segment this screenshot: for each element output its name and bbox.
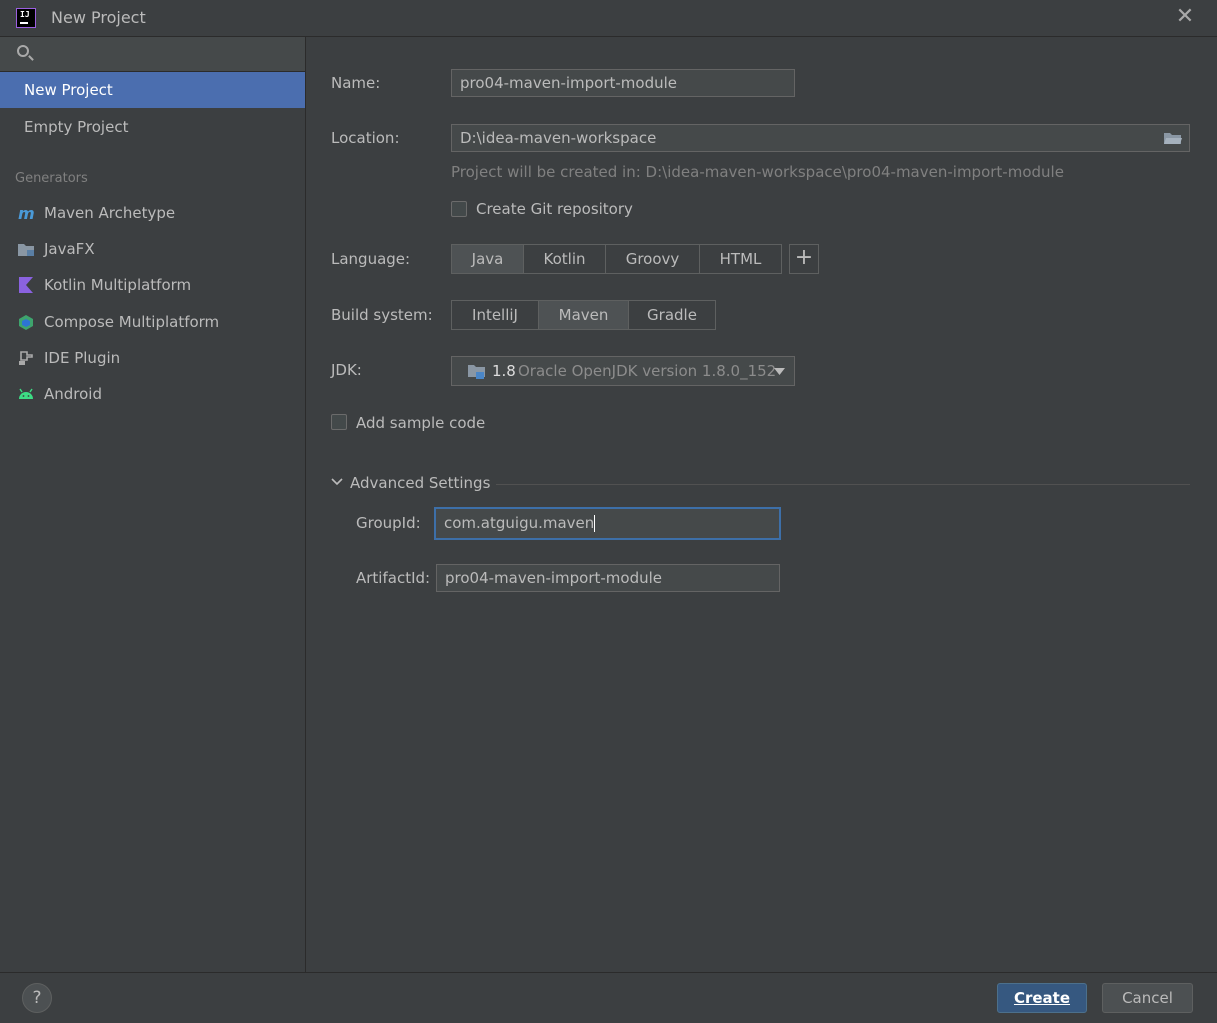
android-icon [19,388,33,399]
location-field[interactable]: D:\idea-maven-workspace [451,124,1190,152]
sidebar-item-label: Android [44,385,102,403]
jdk-folder-icon [468,365,485,379]
text-cursor [594,515,596,532]
advanced-settings-toggle[interactable]: Advanced Settings [350,474,490,492]
sidebar-item-empty-project[interactable]: Empty Project [0,109,305,145]
search-icon [17,45,29,57]
sidebar-item-label: Compose Multiplatform [44,313,220,331]
sample-code-label: Add sample code [356,414,486,432]
location-hint: Project will be created in: D:\idea-mave… [451,163,1064,181]
language-label: Language: [331,250,411,268]
kotlin-icon [19,277,33,293]
sidebar: New Project Empty Project Generators m M… [0,37,306,972]
artifactid-label: ArtifactId: [356,569,431,587]
window-title: New Project [51,8,146,27]
sidebar-item-kotlin-multiplatform[interactable]: Kotlin Multiplatform [0,268,305,302]
footer-bar: ? Create Cancel [0,972,1217,1023]
jdk-detail: Oracle OpenJDK version 1.8.0_152 [518,362,777,380]
name-label: Name: [331,74,381,92]
git-checkbox[interactable] [451,201,467,217]
groupid-label: GroupId: [356,514,421,532]
sidebar-item-javafx[interactable]: JavaFX [0,232,305,266]
sidebar-item-ide-plugin[interactable]: IDE Plugin [0,341,305,375]
sample-code-checkbox[interactable] [331,414,347,430]
compose-icon [19,315,33,330]
plugin-icon [19,351,33,365]
groupid-field[interactable]: com.atguigu.maven [434,507,781,540]
sidebar-item-label: New Project [24,81,113,99]
git-label: Create Git repository [476,200,633,218]
sidebar-item-label: IDE Plugin [44,349,121,367]
build-option-intellij[interactable]: IntelliJ [452,301,539,329]
build-system-label: Build system: [331,306,433,324]
folder-open-icon[interactable] [1163,131,1183,145]
jdk-dropdown[interactable]: 1.8 Oracle OpenJDK version 1.8.0_152 [451,356,795,386]
close-icon[interactable]: ✕ [1174,6,1196,28]
svg-text:m: m [18,205,35,221]
groupid-value: com.atguigu.maven [444,514,595,532]
language-option-kotlin[interactable]: Kotlin [524,245,606,273]
artifactid-value: pro04-maven-import-module [445,569,663,587]
sidebar-item-label: Kotlin Multiplatform [44,276,192,294]
language-option-groovy[interactable]: Groovy [606,245,700,273]
create-button[interactable]: Create [997,983,1087,1013]
language-selector: Java Kotlin Groovy HTML [451,244,782,274]
search-input[interactable] [0,37,305,72]
intellij-logo-icon: IJ [16,8,36,28]
build-option-gradle[interactable]: Gradle [629,301,715,329]
build-option-maven[interactable]: Maven [539,301,629,329]
sidebar-item-android[interactable]: Android [0,377,305,411]
help-button[interactable]: ? [22,983,52,1013]
sidebar-item-compose-multiplatform[interactable]: Compose Multiplatform [0,305,305,339]
name-field[interactable]: pro04-maven-import-module [451,69,795,97]
artifactid-field[interactable]: pro04-maven-import-module [436,564,780,592]
name-value: pro04-maven-import-module [460,74,678,92]
jdk-version: 1.8 [492,362,516,380]
sidebar-item-label: Empty Project [24,118,129,136]
build-system-selector: IntelliJ Maven Gradle [451,300,716,330]
location-value: D:\idea-maven-workspace [460,129,657,147]
title-bar: IJ New Project ✕ [0,0,1217,37]
chevron-down-icon[interactable] [331,478,343,486]
language-option-html[interactable]: HTML [700,245,781,273]
cancel-button[interactable]: Cancel [1102,983,1193,1013]
section-divider [496,484,1190,485]
sidebar-item-label: JavaFX [44,240,95,258]
maven-icon: m [18,205,35,221]
sidebar-item-maven-archetype[interactable]: m Maven Archetype [0,196,305,230]
sidebar-item-label: Maven Archetype [44,204,176,222]
jdk-label: JDK: [331,361,362,379]
generators-heading: Generators [15,171,88,186]
sidebar-item-new-project[interactable]: New Project [0,72,305,108]
location-label: Location: [331,129,400,147]
language-option-java[interactable]: Java [452,245,524,273]
main-panel: Name: pro04-maven-import-module Location… [306,37,1217,972]
javafx-icon [18,244,34,256]
chevron-down-icon [774,368,785,375]
add-language-button[interactable]: + [789,244,819,274]
